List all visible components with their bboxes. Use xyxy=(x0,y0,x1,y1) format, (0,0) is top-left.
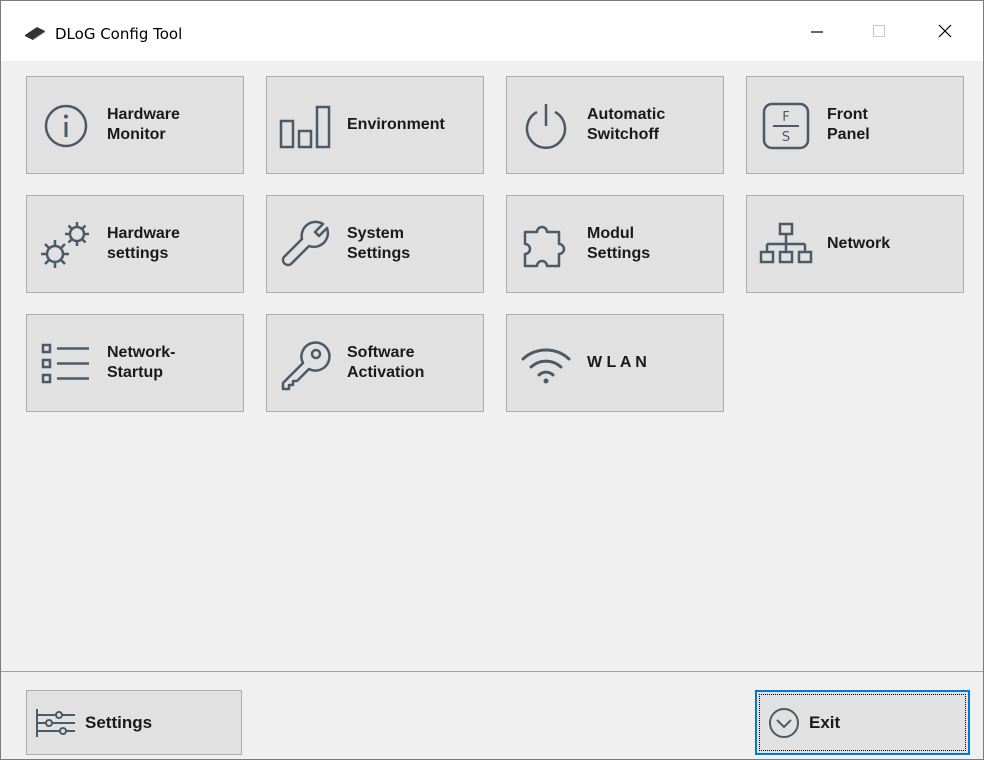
exit-button[interactable]: Exit xyxy=(755,690,970,755)
minimize-icon xyxy=(811,31,823,33)
settings-label: Settings xyxy=(85,712,153,732)
bar-chart-icon xyxy=(279,105,331,149)
wlan-button[interactable]: W L A N xyxy=(506,314,724,412)
tile-label: Environment xyxy=(347,116,445,133)
software-activation-button[interactable]: Software Activation xyxy=(266,314,484,412)
power-icon xyxy=(525,104,567,149)
svg-text:F: F xyxy=(782,110,789,125)
title-bar[interactable]: DLoG Config Tool xyxy=(1,1,983,61)
front-panel-button[interactable]: F S Front Panel xyxy=(746,76,964,174)
tile-label: Hardware Monitor xyxy=(107,106,180,143)
info-circle-icon xyxy=(44,104,88,148)
chevron-circle-icon xyxy=(769,708,799,738)
environment-button[interactable]: Environment xyxy=(266,76,484,174)
tile-label: Software Activation xyxy=(347,344,425,381)
tile-label: Network- Startup xyxy=(107,344,176,381)
automatic-switchoff-button[interactable]: Automatic Switchoff xyxy=(506,76,724,174)
hardware-monitor-button[interactable]: Hardware Monitor xyxy=(26,76,244,174)
network-icon xyxy=(759,222,813,264)
sliders-icon xyxy=(36,709,75,737)
maximize-button[interactable] xyxy=(849,1,909,61)
tile-label: System Settings xyxy=(347,225,411,262)
tile-label: Automatic Switchoff xyxy=(587,106,666,143)
tile-label: Network xyxy=(827,235,891,252)
puzzle-icon xyxy=(523,225,566,268)
maximize-icon xyxy=(873,25,885,37)
tile-label: Hardware settings xyxy=(107,225,180,262)
settings-button[interactable]: Settings xyxy=(26,690,242,755)
window-title: DLoG Config Tool xyxy=(55,25,183,43)
close-icon xyxy=(938,24,952,38)
network-button[interactable]: Network xyxy=(746,195,964,293)
wrench-icon xyxy=(281,220,330,267)
svg-text:S: S xyxy=(782,130,790,145)
exit-label: Exit xyxy=(809,712,841,732)
app-window: DLoG Config Tool Hardware Monitor Enviro… xyxy=(0,0,984,760)
system-settings-button[interactable]: System Settings xyxy=(266,195,484,293)
key-icon xyxy=(281,341,331,391)
list-icon xyxy=(41,343,89,384)
minimize-button[interactable] xyxy=(787,1,847,61)
front-panel-icon: F S xyxy=(762,102,810,150)
tile-label: Front Panel xyxy=(827,106,870,143)
wifi-icon xyxy=(521,348,571,384)
modul-settings-button[interactable]: Modul Settings xyxy=(506,195,724,293)
app-logo-icon xyxy=(25,27,45,40)
gears-icon xyxy=(41,222,89,268)
network-startup-button[interactable]: Network- Startup xyxy=(26,314,244,412)
footer-divider xyxy=(1,671,983,672)
tile-label: Modul Settings xyxy=(587,225,651,262)
close-button[interactable] xyxy=(915,1,975,61)
tile-label: W L A N xyxy=(587,354,647,371)
hardware-settings-button[interactable]: Hardware settings xyxy=(26,195,244,293)
